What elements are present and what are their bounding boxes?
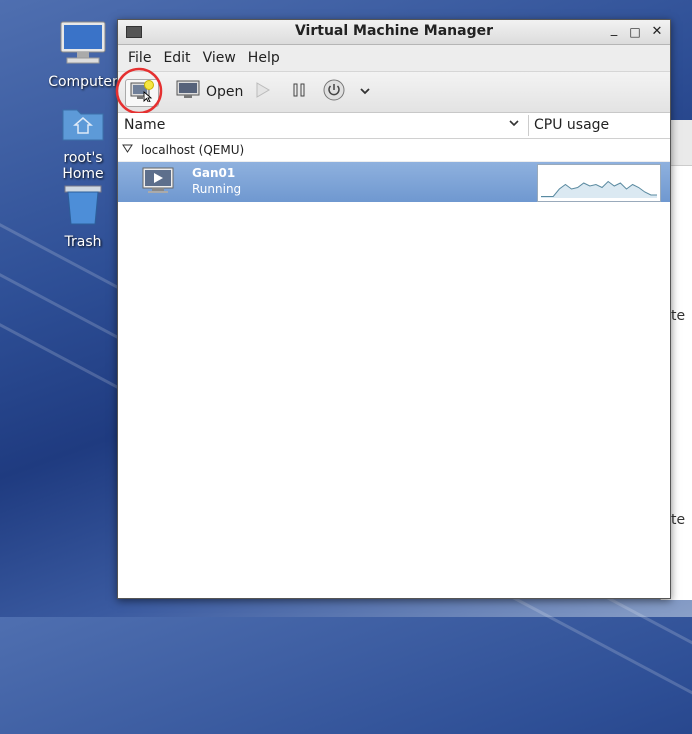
trash-icon [43, 182, 123, 230]
run-button[interactable] [255, 79, 271, 105]
background-window-text: te [671, 308, 686, 324]
close-button[interactable]: ✕ [649, 24, 665, 40]
shutdown-menu-button[interactable] [359, 79, 371, 105]
open-button[interactable]: Open [176, 79, 243, 105]
column-name[interactable]: Name [124, 117, 165, 133]
connection-row[interactable]: localhost (QEMU) [118, 139, 670, 162]
desktop-icon-computer[interactable]: Computer [43, 20, 123, 90]
desktop-icon-label: Trash [64, 234, 102, 250]
minimize-button[interactable]: _ [606, 22, 622, 38]
menu-edit[interactable]: Edit [157, 50, 196, 66]
play-icon [255, 81, 271, 103]
cpu-usage-graph [537, 164, 661, 202]
chevron-down-icon [359, 85, 371, 100]
chevron-down-icon[interactable] [508, 117, 520, 133]
title-bar[interactable]: Virtual Machine Manager _ □ ✕ [118, 20, 670, 45]
vm-status: Running [192, 182, 242, 196]
power-icon [323, 79, 345, 105]
desktop-icon-home[interactable]: root's Home [43, 104, 123, 182]
vm-running-icon [142, 167, 174, 199]
pause-button[interactable] [292, 79, 306, 105]
expander-triangle-icon[interactable] [122, 143, 133, 157]
menu-bar: File Edit View Help [118, 45, 670, 72]
desktop-icon-trash[interactable]: Trash [43, 182, 123, 250]
highlight-circle [115, 67, 163, 115]
shutdown-button[interactable] [323, 79, 345, 105]
toolbar: Open [115, 67, 670, 115]
vm-name: Gan01 [192, 166, 236, 180]
column-cpu-usage[interactable]: CPU usage [534, 117, 609, 133]
desktop-icon-label: Computer [48, 74, 118, 90]
virt-manager-window[interactable]: Virtual Machine Manager _ □ ✕ File Edit … [115, 19, 671, 599]
desktop-icon-label: root's Home [62, 150, 104, 182]
open-button-label: Open [206, 84, 244, 100]
column-separator[interactable] [528, 115, 529, 136]
monitor-icon [176, 80, 200, 104]
background-window-text: te [671, 512, 686, 528]
menu-help[interactable]: Help [242, 50, 286, 66]
menu-file[interactable]: File [122, 50, 157, 66]
window-title: Virtual Machine Manager [294, 23, 494, 39]
home-folder-icon [43, 104, 123, 146]
menu-view[interactable]: View [197, 50, 242, 66]
connection-label: localhost (QEMU) [141, 143, 245, 157]
computer-icon [43, 20, 123, 70]
column-header: Name CPU usage [118, 113, 670, 139]
vm-row[interactable]: Gan01 Running [118, 162, 670, 202]
pause-icon [292, 82, 306, 102]
maximize-button[interactable]: □ [627, 24, 643, 40]
